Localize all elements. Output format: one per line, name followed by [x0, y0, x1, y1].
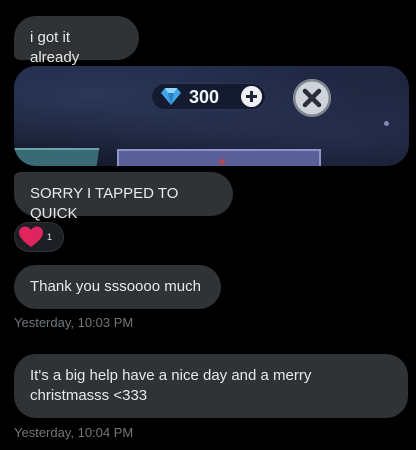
message-text: i got it already [30, 29, 80, 66]
shared-screenshot-image[interactable]: 300 [14, 66, 409, 166]
gem-counter: 300 [151, 83, 266, 110]
close-icon [293, 79, 331, 117]
message-text: Thank you sssoooo much [30, 278, 201, 295]
message-timestamp: Yesterday, 10:03 PM [14, 315, 134, 330]
plus-icon [241, 86, 262, 107]
reaction-badge[interactable]: 1 [14, 222, 64, 252]
gem-count: 300 [189, 87, 220, 107]
message-bubble[interactable]: It's a big help have a nice day and a me… [14, 354, 408, 418]
message-bubble[interactable]: Thank you sssoooo much [14, 265, 221, 309]
game-card-center [117, 149, 321, 166]
heart-icon [19, 226, 43, 247]
message-timestamp: Yesterday, 10:04 PM [14, 425, 134, 440]
message-bubble[interactable]: i got it already [14, 16, 139, 66]
card-ornament [219, 159, 225, 165]
message-text: It's a big help have a nice day and a me… [30, 367, 312, 404]
message-text: SORRY I TAPPED TO QUICK [30, 185, 179, 222]
reaction-count: 1 [47, 232, 53, 242]
dm-conversation: i got it already 300 SORRY I TAPPED TO Q… [0, 0, 416, 450]
game-card-left [14, 148, 100, 166]
gem-icon [161, 88, 181, 105]
message-bubble[interactable]: SORRY I TAPPED TO QUICK [14, 172, 233, 222]
sparkle-decoration [384, 121, 389, 126]
